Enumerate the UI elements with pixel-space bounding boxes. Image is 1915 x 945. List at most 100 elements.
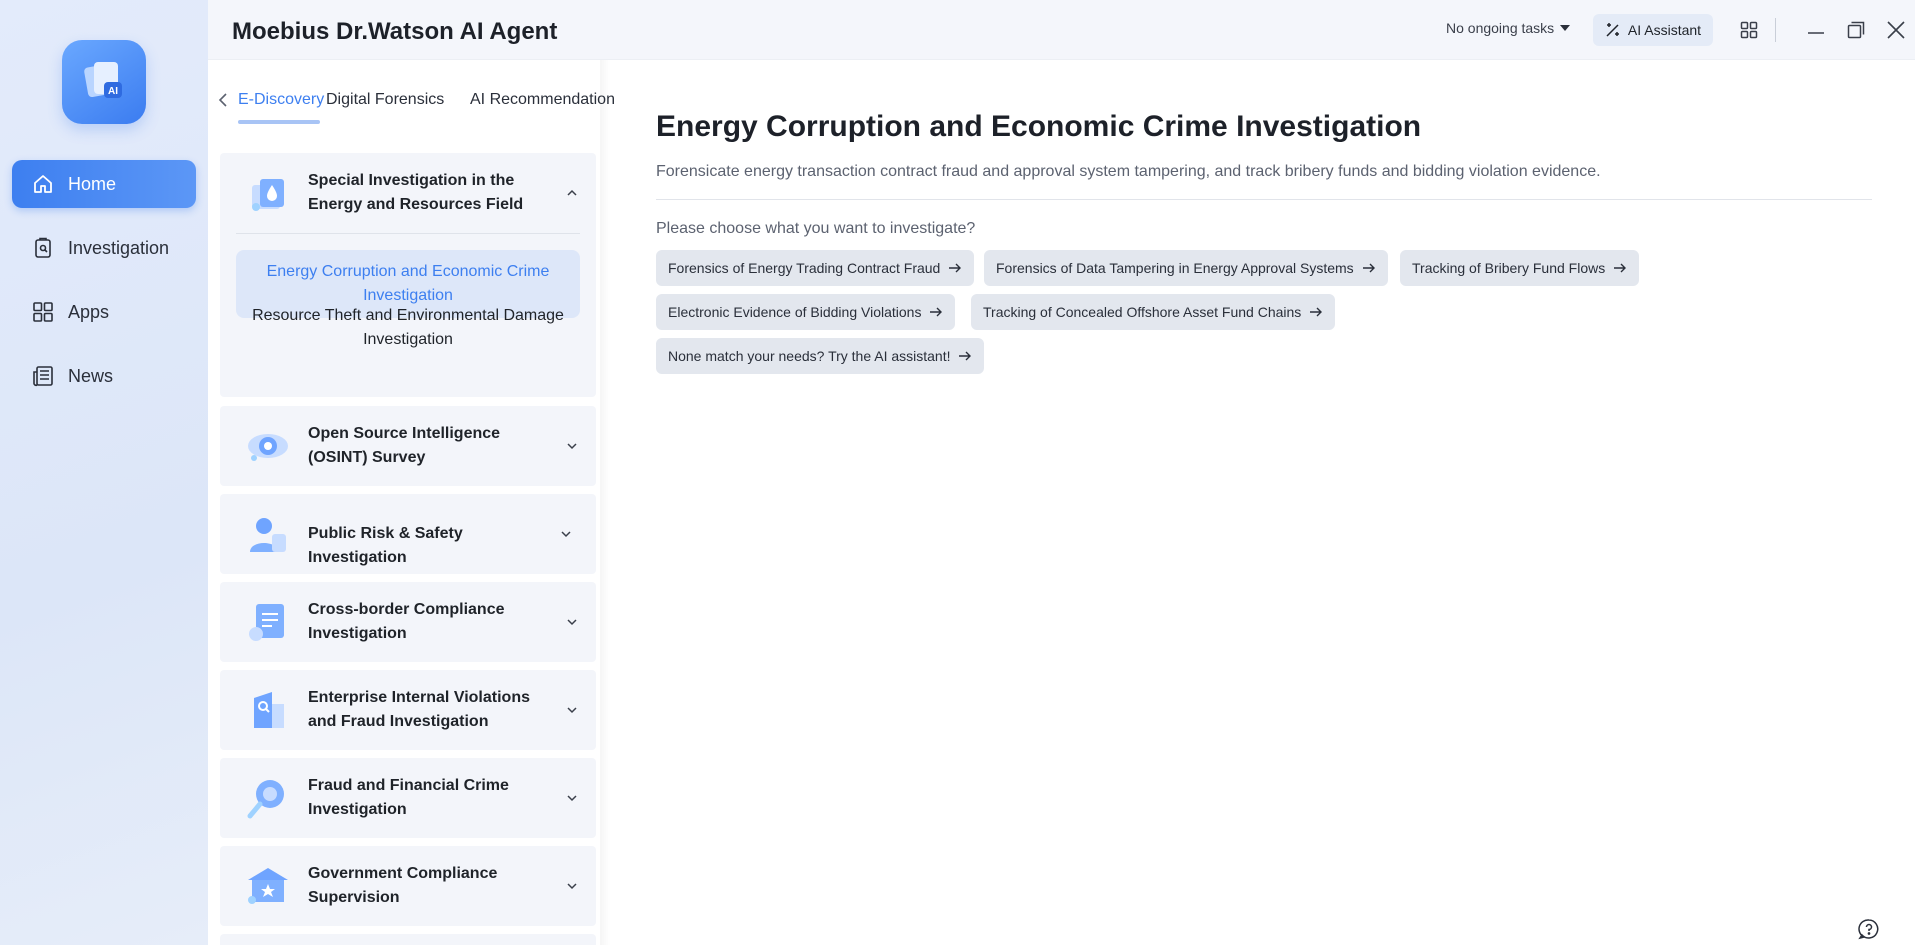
chevron-down-icon[interactable] (566, 616, 578, 628)
document-globe-icon (249, 604, 284, 641)
category-title: Open Source Intelligence (OSINT) Survey (308, 425, 501, 466)
option-chip[interactable]: Tracking of Concealed Offshore Asset Fun… (971, 294, 1336, 330)
arrow-right-icon (930, 307, 943, 317)
category-header[interactable]: Fraud and Financial Crime Investigation (220, 758, 596, 838)
option-label: Electronic Evidence of Bidding Violation… (668, 304, 922, 320)
arrow-right-icon (949, 263, 962, 273)
nav-label: Investigation (68, 237, 170, 258)
layout-grid-button[interactable] (1738, 19, 1760, 41)
left-rail: AI Home Investigation Apps News (0, 0, 208, 945)
category-title: Government Compliance Supervision (308, 865, 498, 906)
category-title: Special Investigation in the Energy and … (308, 172, 524, 213)
option-chip[interactable]: Forensics of Data Tampering in Energy Ap… (984, 250, 1388, 286)
ai-assistant-suggestion-chip[interactable]: None match your needs? Try the AI assist… (656, 338, 985, 374)
minimize-icon (1808, 32, 1824, 34)
government-building-icon (248, 868, 288, 904)
magic-wand-icon (1606, 23, 1619, 37)
magnifier-coin-icon (247, 780, 284, 819)
category-title: Cross-border Compliance Investigation (308, 601, 505, 642)
chevron-down-icon[interactable] (566, 792, 578, 804)
category-header[interactable]: Cross-border Compliance Investigation (220, 582, 596, 662)
investigate-prompt: Please choose what you want to investiga… (656, 220, 976, 237)
option-label: Forensics of Energy Trading Contract Fra… (668, 260, 941, 276)
chevron-down-icon[interactable] (566, 704, 578, 716)
arrow-right-icon (1310, 307, 1323, 317)
tab-ai-recommendation[interactable]: AI Recommendation (470, 91, 615, 109)
app-logo[interactable]: AI (62, 40, 146, 124)
option-label: Forensics of Data Tampering in Energy Ap… (996, 260, 1354, 276)
option-label: Tracking of Bribery Fund Flows (1412, 260, 1606, 276)
category-card: Open Source Intelligence (OSINT) Survey (220, 406, 596, 486)
home-icon (32, 173, 54, 195)
active-tab-indicator (238, 120, 320, 124)
option-chip[interactable]: Tracking of Bribery Fund Flows (1400, 250, 1640, 286)
nav-item-news[interactable]: News (12, 352, 196, 400)
tasks-dropdown[interactable]: No ongoing tasks (1446, 20, 1571, 36)
category-panel: E-Discovery Digital Forensics AI Recomme… (208, 60, 615, 945)
building-search-icon (254, 692, 284, 728)
category-header[interactable]: Government Compliance Supervision (220, 846, 596, 926)
close-button[interactable] (1885, 19, 1907, 41)
tab-digital-forensics[interactable]: Digital Forensics (326, 91, 444, 109)
chevron-down-icon[interactable] (566, 880, 578, 892)
chevron-down-icon[interactable] (560, 528, 572, 540)
tab-e-discovery[interactable]: E-Discovery (238, 91, 324, 109)
toolbar-divider (1775, 18, 1776, 42)
divider (656, 199, 1872, 200)
page-description: Forensicate energy transaction contract … (656, 163, 1601, 180)
category-title: Enterprise Internal Violations and Fraud… (308, 689, 530, 730)
category-card: Government Compliance Supervision (220, 846, 596, 926)
maximize-button[interactable] (1845, 19, 1867, 41)
category-tabs: E-Discovery Digital Forensics AI Recomme… (208, 88, 615, 124)
category-header[interactable]: Open Source Intelligence (OSINT) Survey (220, 406, 596, 486)
nav-item-home[interactable]: Home (12, 160, 196, 208)
nav-label: Home (68, 173, 117, 194)
person-shield-icon (250, 518, 286, 552)
back-chevron-icon[interactable] (214, 90, 234, 110)
option-chip[interactable]: Electronic Evidence of Bidding Violation… (656, 294, 956, 330)
arrow-right-icon (1614, 263, 1627, 273)
ai-assistant-label: AI Assistant (1627, 22, 1702, 38)
newspaper-icon (32, 365, 54, 387)
option-label: None match your needs? Try the AI assist… (668, 348, 951, 364)
energy-drop-icon (252, 179, 284, 211)
category-card: Fraud and Financial Crime Investigation (220, 758, 596, 838)
nav-label: News (68, 365, 114, 386)
grid-icon (32, 301, 54, 323)
option-label: Tracking of Concealed Offshore Asset Fun… (983, 304, 1302, 320)
panel-shadow (600, 60, 610, 945)
app-title: Moebius Dr.Watson AI Agent (232, 18, 558, 45)
tasks-label: No ongoing tasks (1446, 20, 1555, 36)
category-card: Enterprise Internal Violations and Fraud… (220, 670, 596, 750)
ai-assistant-button[interactable]: AI Assistant (1593, 14, 1713, 46)
title-bar: Moebius Dr.Watson AI Agent No ongoing ta… (208, 0, 1915, 60)
category-header[interactable]: Special Investigation in the Energy and … (220, 153, 596, 233)
caret-down-icon (1560, 25, 1571, 31)
main-nav: Home Investigation Apps News (12, 160, 196, 416)
ai-document-icon: AI (84, 62, 122, 98)
arrow-right-icon (1362, 263, 1375, 273)
restore-icon (1847, 21, 1865, 39)
category-card: Public Risk & Safety Investigation (220, 494, 596, 574)
category-header[interactable]: Enterprise Internal Violations and Fraud… (220, 670, 596, 750)
option-chip[interactable]: Forensics of Energy Trading Contract Fra… (656, 250, 975, 286)
chevron-down-icon[interactable] (566, 440, 578, 452)
subcategory-item-resource-theft[interactable]: Resource Theft and Environmental Damage … (236, 294, 580, 362)
chevron-up-icon[interactable] (566, 187, 578, 199)
close-icon (1887, 21, 1905, 39)
minimize-button[interactable] (1805, 19, 1827, 41)
eye-icon (248, 434, 288, 461)
category-card: Special Investigation in the Energy and … (220, 153, 596, 397)
category-header[interactable]: Public Risk & Safety Investigation (220, 494, 596, 574)
nav-item-investigation[interactable]: Investigation (12, 224, 196, 272)
clipboard-icon (32, 237, 54, 259)
arrow-right-icon (959, 351, 972, 361)
category-card: Cross-border Compliance Investigation (220, 582, 596, 662)
svg-text:AI: AI (108, 86, 118, 97)
layout-grid-icon (1740, 21, 1758, 39)
nav-item-apps[interactable]: Apps (12, 288, 196, 336)
category-title: Public Risk & Safety Investigation (308, 525, 463, 566)
help-chat-icon[interactable] (1858, 918, 1880, 940)
category-card (220, 934, 596, 945)
category-title: Fraud and Financial Crime Investigation (308, 777, 509, 818)
